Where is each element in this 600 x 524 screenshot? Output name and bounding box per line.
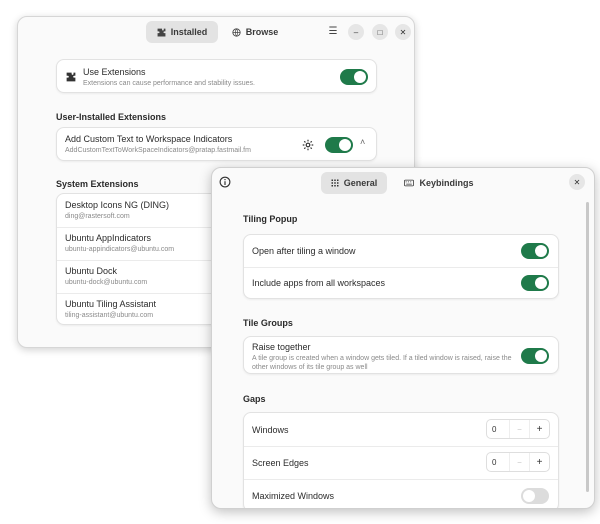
menu-icon[interactable]: ☰ bbox=[326, 23, 340, 39]
extension-id: ding@rastersoft.com bbox=[65, 213, 130, 220]
tiling-popup-card: Open after tiling a window Include apps … bbox=[243, 234, 559, 299]
chevron-up-icon[interactable]: ˄ bbox=[360, 137, 365, 147]
row-subtitle: A tile group is created when a window ge… bbox=[252, 355, 512, 371]
info-icon[interactable] bbox=[219, 176, 231, 188]
open-after-tiling-row[interactable]: Open after tiling a window bbox=[244, 235, 558, 267]
tab-installed[interactable]: Installed bbox=[146, 21, 218, 43]
decrement-button[interactable]: − bbox=[509, 453, 529, 471]
extension-name: Ubuntu Tiling Assistant bbox=[65, 299, 157, 309]
spinner-value[interactable]: 0 bbox=[487, 425, 509, 434]
use-extensions-card: Use Extensions Extensions can cause perf… bbox=[56, 59, 377, 93]
user-extensions-heading: User-Installed Extensions bbox=[56, 112, 167, 122]
tiling-assistant-window: General Keybindings ✕ Tiling Popup Open … bbox=[211, 167, 595, 509]
row-label: Include apps from all workspaces bbox=[252, 278, 386, 288]
tab-general[interactable]: General bbox=[321, 172, 387, 194]
windows-gap-spinner[interactable]: 0 − + bbox=[486, 419, 550, 439]
maximized-windows-toggle[interactable] bbox=[521, 488, 549, 504]
include-all-workspaces-row[interactable]: Include apps from all workspaces bbox=[244, 267, 558, 300]
maximize-icon[interactable]: □ bbox=[372, 24, 388, 40]
tab-keybindings[interactable]: Keybindings bbox=[400, 172, 478, 194]
extension-id: AddCustomTextToWorkSpaceIndicators@prata… bbox=[65, 147, 251, 154]
tab-keybindings-label: Keybindings bbox=[419, 178, 474, 188]
row-label: Open after tiling a window bbox=[252, 246, 356, 256]
screen-edges-gap-spinner[interactable]: 0 − + bbox=[486, 452, 550, 472]
raise-together-toggle[interactable] bbox=[521, 348, 549, 364]
spinner-value[interactable]: 0 bbox=[487, 458, 509, 467]
row-label: Raise together bbox=[252, 342, 311, 352]
use-extensions-toggle[interactable] bbox=[340, 69, 368, 85]
scrollbar[interactable] bbox=[586, 202, 589, 492]
keyboard-icon bbox=[404, 179, 415, 187]
close-icon[interactable]: ✕ bbox=[395, 24, 411, 40]
windows-gap-row: Windows 0 − + bbox=[244, 413, 558, 446]
extension-name: Desktop Icons NG (DING) bbox=[65, 200, 170, 210]
increment-button[interactable]: + bbox=[529, 420, 549, 438]
use-extensions-subtitle: Extensions can cause performance and sta… bbox=[83, 80, 255, 87]
close-icon[interactable]: ✕ bbox=[569, 174, 585, 190]
extension-name: Ubuntu AppIndicators bbox=[65, 233, 152, 243]
tab-browse[interactable]: Browse bbox=[224, 21, 286, 43]
tile-groups-heading: Tile Groups bbox=[243, 318, 293, 328]
extension-id: ubuntu-appindicators@ubuntu.com bbox=[65, 246, 175, 253]
row-label: Windows bbox=[252, 425, 289, 435]
extension-id: ubuntu-dock@ubuntu.com bbox=[65, 279, 148, 286]
gaps-card: Windows 0 − + Screen Edges 0 − + Maximiz… bbox=[243, 412, 559, 508]
row-label: Maximized Windows bbox=[252, 491, 335, 501]
screen-edges-gap-row: Screen Edges 0 − + bbox=[244, 446, 558, 479]
include-all-workspaces-toggle[interactable] bbox=[521, 275, 549, 291]
extension-name: Ubuntu Dock bbox=[65, 266, 118, 276]
tab-browse-label: Browse bbox=[245, 27, 279, 37]
tab-general-label: General bbox=[343, 178, 378, 188]
tiling-popup-heading: Tiling Popup bbox=[243, 214, 298, 224]
increment-button[interactable]: + bbox=[529, 453, 549, 471]
system-extensions-heading: System Extensions bbox=[56, 179, 139, 189]
extension-toggle[interactable] bbox=[325, 137, 353, 153]
extension-name: Add Custom Text to Workspace Indicators bbox=[65, 134, 233, 144]
extension-id: tiling-assistant@ubuntu.com bbox=[65, 312, 154, 319]
puzzle-icon bbox=[157, 28, 166, 36]
use-extensions-title: Use Extensions bbox=[83, 67, 146, 77]
minimize-icon[interactable]: – bbox=[348, 24, 364, 40]
puzzle-icon bbox=[66, 72, 76, 82]
raise-together-row[interactable]: Raise together A tile group is created w… bbox=[243, 336, 559, 374]
tab-installed-label: Installed bbox=[170, 27, 208, 37]
header-bar: Installed Browse ☰ – □ ✕ bbox=[18, 17, 414, 47]
maximized-windows-row[interactable]: Maximized Windows bbox=[244, 479, 558, 508]
globe-icon bbox=[232, 27, 241, 37]
row-label: Screen Edges bbox=[252, 458, 309, 468]
gear-icon[interactable] bbox=[302, 139, 314, 151]
open-after-tiling-toggle[interactable] bbox=[521, 243, 549, 259]
user-extension-row[interactable]: Add Custom Text to Workspace Indicators … bbox=[56, 127, 377, 161]
grid-icon bbox=[331, 179, 339, 187]
gaps-heading: Gaps bbox=[243, 394, 266, 404]
decrement-button[interactable]: − bbox=[509, 420, 529, 438]
